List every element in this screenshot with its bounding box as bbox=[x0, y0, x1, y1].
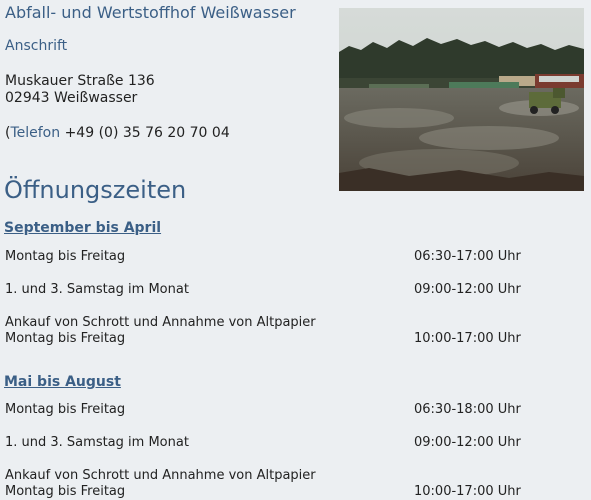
hours-row-label: Ankauf von Schrott und Annahme von Altpa… bbox=[5, 468, 316, 483]
phone-link[interactable]: Telefon bbox=[10, 125, 60, 141]
address-heading-link[interactable]: Anschrift bbox=[5, 38, 67, 54]
hours-row-time: 09:00-12:00 Uhr bbox=[414, 282, 521, 297]
hours-row-time: 09:00-12:00 Uhr bbox=[414, 435, 521, 450]
hours-row-label: 1. und 3. Samstag im Monat bbox=[5, 435, 189, 450]
hours-row-label: Montag bis Freitag bbox=[5, 402, 126, 417]
address-city: 02943 Weißwasser bbox=[5, 90, 138, 106]
hours-row-label: Ankauf von Schrott und Annahme von Altpa… bbox=[5, 315, 316, 330]
landfill-photo bbox=[339, 8, 584, 191]
hours-row-label: 1. und 3. Samstag im Monat bbox=[5, 282, 189, 297]
hours-row-time: 10:00-17:00 Uhr bbox=[414, 331, 521, 346]
hours-row-label-2: Montag bis Freitag bbox=[5, 331, 126, 346]
address-street: Muskauer Straße 136 bbox=[5, 73, 155, 89]
section-title-september-april[interactable]: September bis April bbox=[4, 220, 161, 236]
phone-number: +49 (0) 35 76 20 70 04 bbox=[60, 125, 230, 141]
hours-row-time: 10:00-17:00 Uhr bbox=[414, 484, 521, 499]
hours-row-time: 06:30-18:00 Uhr bbox=[414, 402, 521, 417]
hours-row-label-2: Montag bis Freitag bbox=[5, 484, 126, 499]
hours-row-label: Montag bis Freitag bbox=[5, 249, 126, 264]
page-title: Abfall- und Wertstoffhof Weißwasser bbox=[5, 3, 296, 22]
content-panel: Abfall- und Wertstoffhof Weißwasser Ansc… bbox=[0, 0, 591, 500]
hours-row-time: 06:30-17:00 Uhr bbox=[414, 249, 521, 264]
section-title-mai-august[interactable]: Mai bis August bbox=[4, 374, 121, 390]
phone-line: (Telefon +49 (0) 35 76 20 70 04 bbox=[5, 125, 230, 141]
opening-hours-heading: Öffnungszeiten bbox=[4, 176, 187, 204]
